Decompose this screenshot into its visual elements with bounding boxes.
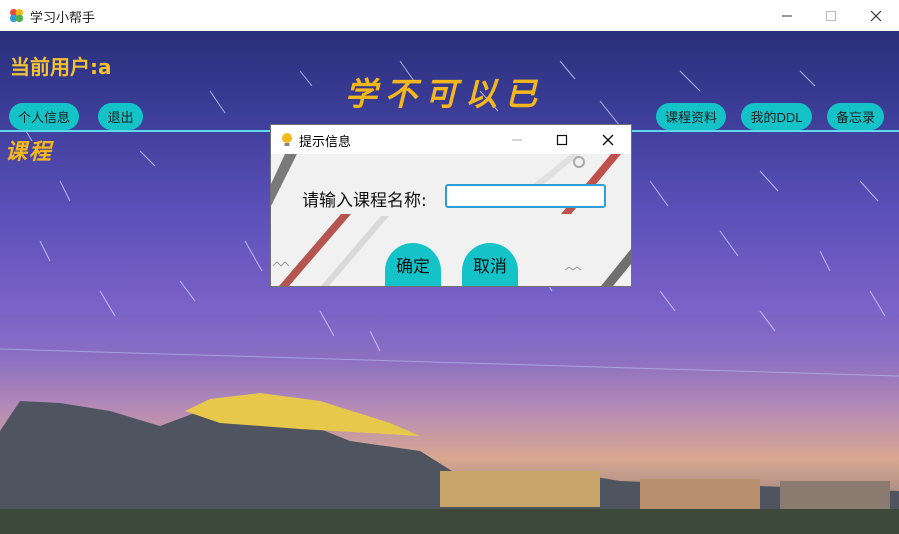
- maximize-button[interactable]: [808, 0, 854, 31]
- course-name-prompt: 请输入课程名称:: [302, 191, 427, 211]
- motto-text: 学不可以已: [345, 75, 546, 113]
- dialog-close-button[interactable]: [585, 125, 631, 154]
- pinwheel-icon: [9, 8, 24, 23]
- close-button[interactable]: [853, 0, 899, 31]
- close-icon: [602, 134, 614, 145]
- window-titlebar: 学习小帮手: [0, 0, 899, 32]
- dialog-background-decoration: [271, 154, 631, 286]
- dialog-minimize-button[interactable]: [494, 125, 540, 154]
- prompt-dialog: 提示信息 请输入课程名称: 确定 取消: [270, 124, 632, 287]
- dialog-title: 提示信息: [299, 135, 352, 150]
- minimize-icon: [512, 139, 522, 140]
- course-materials-button[interactable]: 课程资料: [656, 103, 726, 130]
- close-icon: [870, 10, 882, 21]
- dialog-titlebar: 提示信息: [271, 125, 631, 154]
- my-ddl-button[interactable]: 我的DDL: [741, 103, 812, 130]
- lightbulb-icon: [282, 133, 292, 146]
- maximize-icon: [556, 134, 568, 145]
- dialog-body: 请输入课程名称: 确定 取消: [271, 154, 631, 286]
- window-title: 学习小帮手: [30, 11, 96, 26]
- course-name-input[interactable]: [445, 184, 606, 208]
- section-title: 课程: [5, 139, 54, 165]
- maximize-icon: [826, 10, 836, 21]
- minimize-button[interactable]: [764, 0, 810, 31]
- dialog-maximize-button[interactable]: [539, 125, 585, 154]
- logout-button[interactable]: 退出: [98, 103, 143, 130]
- profile-button[interactable]: 个人信息: [9, 103, 79, 130]
- current-user-label: 当前用户:a: [10, 55, 112, 79]
- memo-button[interactable]: 备忘录: [827, 103, 884, 130]
- minimize-icon: [782, 15, 792, 16]
